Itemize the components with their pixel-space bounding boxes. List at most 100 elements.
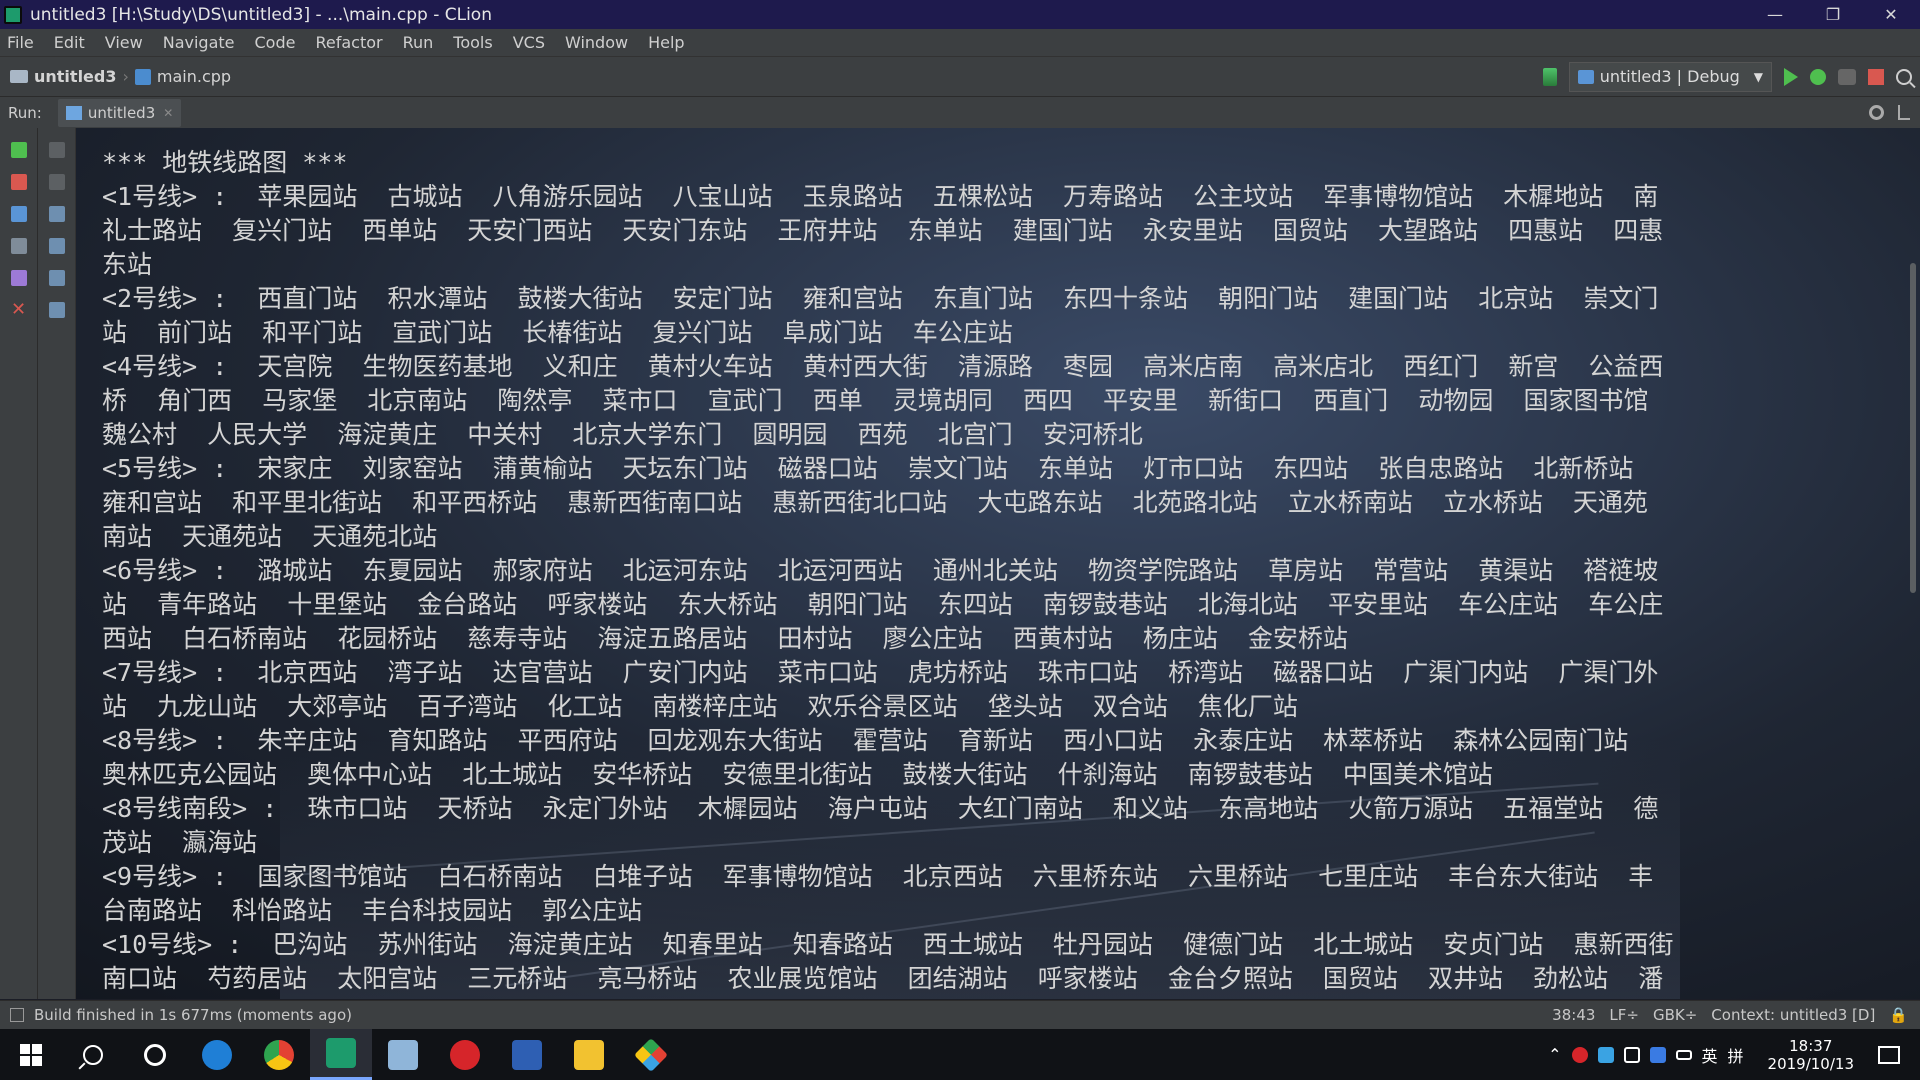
menu-code[interactable]: Code [252, 33, 299, 52]
menu-vcs[interactable]: VCS [510, 33, 548, 52]
search-icon[interactable] [1896, 68, 1912, 85]
bluetooth-icon[interactable] [1649, 1046, 1666, 1063]
menu-view[interactable]: View [102, 33, 146, 52]
breadcrumb-project[interactable]: untitled3 [10, 67, 116, 86]
soft-wrap-icon[interactable] [49, 206, 65, 222]
console-line: 站 前门站 和平门站 宣武门站 长椿街站 复兴门站 阜成门站 车公庄站 [102, 318, 1013, 347]
line-separator[interactable]: LF÷ [1609, 1006, 1639, 1024]
folder-icon [10, 70, 28, 83]
layout-icon[interactable] [11, 238, 27, 254]
console-line: <4号线> : 天宫院 生物医药基地 义和庄 黄村火车站 黄村西大街 清源路 枣… [102, 352, 1664, 381]
menu-bar: File Edit View Navigate Code Refactor Ru… [0, 29, 1920, 56]
console-tab-icon [65, 105, 82, 120]
close-run-icon[interactable]: ✕ [11, 301, 27, 319]
console-line: <2号线> : 西直门站 积水潭站 鼓楼大街站 安定门站 雍和宫站 东直门站 东… [102, 284, 1659, 313]
menu-file[interactable]: File [4, 33, 37, 52]
scroll-down-icon[interactable] [49, 174, 65, 190]
clion-window: untitled3 [H:\Study\DS\untitled3] - ...\… [0, 0, 1920, 1080]
console-line: <5号线> : 宋家庄 刘家窑站 蒲黄榆站 天坛东门站 磁器口站 崇文门站 东单… [102, 454, 1634, 483]
caret-position[interactable]: 38:43 [1552, 1006, 1595, 1024]
app-tray-icon[interactable] [1597, 1046, 1614, 1063]
console-line: 站 青年路站 十里堡站 金台路站 呼家楼站 东大桥站 朝阳门站 东四站 南锣鼓巷… [102, 590, 1664, 619]
taskbar-search-button[interactable] [62, 1029, 124, 1080]
file-encoding[interactable]: GBK÷ [1653, 1006, 1697, 1024]
window-title: untitled3 [H:\Study\DS\untitled3] - ...\… [30, 4, 492, 25]
taskbar-devcpp[interactable] [496, 1029, 558, 1080]
network-icon[interactable] [1623, 1046, 1640, 1063]
scroll-up-icon[interactable] [49, 142, 65, 158]
chevron-up-icon[interactable]: ⌃ [1548, 1045, 1561, 1064]
cortana-button[interactable] [124, 1029, 186, 1080]
run-tool-window-header: Run: untitled3 ✕ [0, 96, 1920, 128]
run-tab-untitled3[interactable]: untitled3 ✕ [57, 98, 182, 127]
console-line: <10号线> : 巴沟站 苏州街站 海淀黄庄站 知春里站 知春路站 西土城站 牡… [102, 930, 1674, 959]
close-button[interactable]: ✕ [1862, 0, 1920, 29]
console-line: 礼士路站 复兴门站 西单站 天安门西站 天安门东站 王府井站 东单站 建国门站 … [102, 216, 1664, 245]
breadcrumb-file[interactable]: main.cpp [134, 67, 232, 86]
run-toolstrip-secondary [38, 128, 76, 999]
taskbar-app[interactable] [620, 1029, 682, 1080]
scroll-to-end-icon[interactable] [49, 238, 65, 254]
run-console: ✕ *** 地铁线路图 *** <1号线> : 苹果园站 古城站 八角游乐园站 八… [0, 128, 1920, 999]
system-clock[interactable]: 18:37 2019/10/13 [1768, 1037, 1854, 1073]
app-icon [634, 1037, 668, 1072]
config-icon [1577, 69, 1594, 84]
console-line: 魏公村 人民大学 海淀黄庄 中关村 北京大学东门 圆明园 西苑 北宫门 安河桥北 [102, 420, 1143, 449]
run-toolstrip-left: ✕ [0, 128, 76, 999]
clock-time: 18:37 [1789, 1036, 1833, 1055]
profile-icon[interactable] [1838, 68, 1856, 85]
notification-center-icon[interactable] [1878, 1045, 1900, 1064]
console-line: 西站 白石桥南站 花园桥站 慈寿寺站 海淀五路居站 田村站 廖公庄站 西黄村站 … [102, 624, 1348, 653]
gear-icon[interactable] [1869, 105, 1884, 120]
battery-icon[interactable] [1675, 1049, 1692, 1060]
ime-language[interactable]: 英 [1702, 1043, 1718, 1067]
pin-tab-icon[interactable] [11, 270, 27, 286]
print-icon[interactable] [49, 270, 65, 286]
console-scrollbar[interactable] [1910, 263, 1916, 593]
taskbar-netease-music[interactable] [434, 1029, 496, 1080]
windows-taskbar: ⌃ 英 拼 18:37 2019/10/13 [0, 1029, 1920, 1080]
ime-mode[interactable]: 拼 [1728, 1043, 1744, 1067]
run-window-actions [1869, 105, 1910, 120]
menu-window[interactable]: Window [562, 33, 631, 52]
taskbar-chrome[interactable] [248, 1029, 310, 1080]
start-button[interactable] [0, 1029, 62, 1080]
clock-date: 2019/10/13 [1767, 1054, 1854, 1073]
console-output[interactable]: *** 地铁线路图 *** <1号线> : 苹果园站 古城站 八角游乐园站 八宝山… [102, 146, 1802, 996]
build-hammer-icon[interactable] [1542, 67, 1557, 86]
restore-button[interactable]: ❐ [1804, 0, 1862, 29]
debug-bug-icon[interactable] [1810, 68, 1826, 85]
taskbar-notepad[interactable] [372, 1029, 434, 1080]
lock-icon[interactable]: 🔒 [1889, 1006, 1908, 1024]
hide-panel-icon[interactable] [1898, 105, 1910, 120]
taskbar-clion[interactable] [310, 1029, 372, 1080]
minimize-button[interactable]: — [1746, 0, 1804, 29]
stop-icon[interactable] [1868, 68, 1884, 85]
menu-run[interactable]: Run [400, 33, 437, 52]
menu-refactor[interactable]: Refactor [312, 33, 385, 52]
pause-icon[interactable] [11, 206, 27, 222]
close-tab-icon[interactable]: ✕ [163, 106, 173, 120]
run-configuration-label: untitled3 | Debug [1599, 67, 1740, 86]
menu-help[interactable]: Help [645, 33, 687, 52]
run-tab-label: untitled3 [87, 103, 156, 122]
breadcrumb-separator: › [122, 67, 129, 86]
menu-edit[interactable]: Edit [51, 33, 88, 52]
console-line: <8号线> : 朱辛庄站 育知路站 平西府站 回龙观东大街站 霍营站 育新站 西… [102, 726, 1629, 755]
title-bar: untitled3 [H:\Study\DS\untitled3] - ...\… [0, 0, 1920, 29]
file-name: main.cpp [156, 67, 232, 86]
run-configuration-select[interactable]: untitled3 | Debug ▼ [1568, 61, 1772, 92]
netease-tray-icon[interactable] [1571, 1046, 1588, 1063]
rerun-icon[interactable] [11, 142, 27, 158]
clear-trash-icon[interactable] [49, 302, 65, 318]
tool-windows-icon[interactable] [10, 1008, 24, 1022]
menu-tools[interactable]: Tools [450, 33, 495, 52]
resolve-context[interactable]: Context: untitled3 [D] [1711, 1006, 1875, 1024]
menu-navigate[interactable]: Navigate [160, 33, 238, 52]
status-right: 38:43 LF÷ GBK÷ Context: untitled3 [D] 🔒 [1552, 1006, 1908, 1024]
run-play-icon[interactable] [1784, 67, 1798, 86]
taskbar-edge[interactable] [186, 1029, 248, 1080]
console-line: 南口站 芍药居站 太阳宫站 三元桥站 亮马桥站 农业展览馆站 团结湖站 呼家楼站… [102, 964, 1664, 993]
stop-run-icon[interactable] [11, 174, 27, 190]
taskbar-file-explorer[interactable] [558, 1029, 620, 1080]
